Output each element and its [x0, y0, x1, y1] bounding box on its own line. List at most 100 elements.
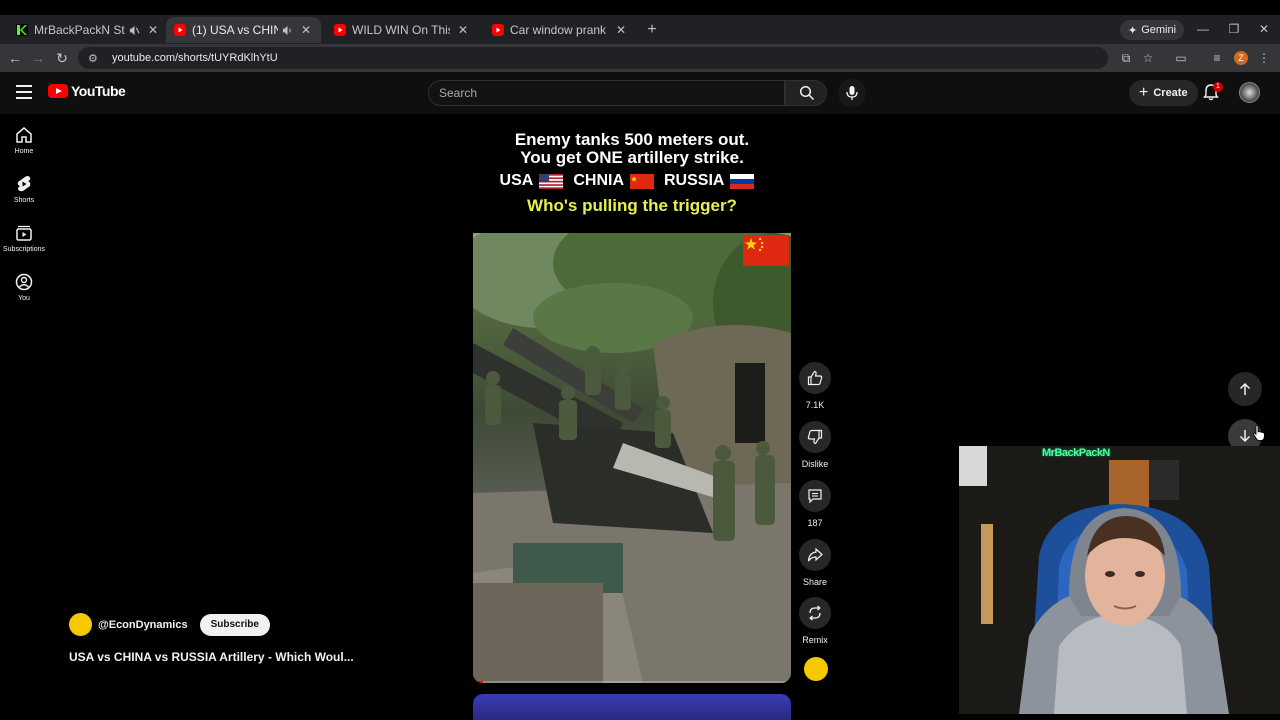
youtube-logo[interactable]: YouTube: [48, 83, 126, 99]
channel-avatar[interactable]: [69, 613, 92, 636]
youtube-favicon-icon: [334, 24, 346, 36]
close-tab-icon[interactable]: ✕: [299, 23, 313, 37]
usa-flag-icon: [539, 173, 564, 189]
back-icon[interactable]: ←: [6, 49, 24, 67]
browser-tab-youtube-3[interactable]: Car window prank #funny #fun ✕: [484, 17, 636, 43]
tab-title: MrBackPackN Stream - Wa: [34, 23, 125, 37]
country-label: RUSSIA: [664, 172, 725, 189]
install-app-icon[interactable]: ⧉: [1118, 50, 1134, 66]
dislike-button[interactable]: [799, 421, 831, 453]
minimize-icon[interactable]: —: [1193, 22, 1213, 36]
subscribe-button[interactable]: Subscribe: [199, 613, 270, 636]
restore-icon[interactable]: ❐: [1224, 22, 1244, 36]
short-video-player[interactable]: Enemy tanks 500 meters out. You get ONE …: [473, 117, 791, 683]
tab-title: Car window prank #funny #fun: [510, 23, 608, 37]
tab-title: (1) USA vs CHINA vs RUSSI: [192, 23, 278, 37]
guide-label: You: [18, 295, 30, 302]
remix-action[interactable]: Remix: [799, 597, 831, 645]
gemini-sparkle-icon: ✦: [1128, 24, 1138, 37]
browser-toolbar: ← → ↻ ⚙ youtube.com/shorts/tUYRdKlhYtU ⧉…: [0, 44, 1280, 72]
subscriptions-icon: [16, 225, 32, 241]
arrow-down-icon: [1239, 430, 1251, 443]
guide-item-shorts[interactable]: Shorts: [0, 174, 48, 204]
browser-tab-youtube-2[interactable]: WILD WIN On This New Huff N ✕: [326, 17, 478, 43]
streamer-name-overlay: MrBackPackN: [1042, 447, 1110, 459]
caption-line-2: You get ONE artillery strike.: [520, 148, 744, 167]
shorts-icon: [17, 176, 31, 192]
video-progress-bar[interactable]: [473, 681, 791, 683]
home-icon: [16, 127, 32, 143]
guide-item-you[interactable]: You: [0, 272, 48, 302]
channel-avatar-small[interactable]: [804, 657, 828, 681]
hand-cursor-icon: [1252, 425, 1266, 441]
microphone-icon: [846, 86, 858, 100]
country-flags-row: USA CHNIA RUSSIA: [473, 172, 791, 190]
comment-count: 187: [807, 518, 823, 528]
share-label: Share: [802, 577, 828, 587]
comments-button[interactable]: [799, 480, 831, 512]
kick-favicon-icon: [16, 24, 28, 36]
voice-search-button[interactable]: [838, 79, 866, 107]
gemini-button[interactable]: ✦ Gemini: [1120, 20, 1185, 40]
account-avatar[interactable]: [1239, 82, 1260, 103]
site-info-icon[interactable]: ⚙: [88, 52, 102, 65]
share-action[interactable]: Share: [799, 539, 831, 587]
like-button[interactable]: [799, 362, 831, 394]
browser-tab-strip: MrBackPackN Stream - Wa ✕ (1) USA vs CHI…: [0, 0, 1280, 44]
video-progress-fill: [473, 681, 483, 683]
muted-icon[interactable]: [129, 25, 140, 36]
guide-item-subscriptions[interactable]: Subscriptions: [0, 223, 48, 253]
china-flag-icon: [630, 173, 654, 189]
country-label: USA: [499, 172, 534, 189]
url-text: youtube.com/shorts/tUYRdKlhYtU: [112, 52, 278, 64]
guide-item-home[interactable]: Home: [0, 125, 48, 155]
share-button[interactable]: [799, 539, 831, 571]
russia-flag-icon: [730, 173, 755, 189]
guide-label: Home: [14, 148, 34, 155]
window-close-icon[interactable]: ✕: [1254, 22, 1274, 36]
channel-name[interactable]: @EconDynamics: [98, 619, 188, 631]
guide-label: Shorts: [13, 197, 35, 204]
notification-count-badge: 1: [1213, 82, 1223, 92]
caption-line-1: Enemy tanks 500 meters out.: [514, 130, 750, 149]
comments-action[interactable]: 187: [799, 480, 831, 528]
youtube-play-logo-icon: [48, 84, 68, 98]
dislike-action[interactable]: Dislike: [799, 421, 831, 469]
profile-avatar[interactable]: Z: [1234, 51, 1248, 65]
close-tab-icon[interactable]: ✕: [614, 23, 628, 37]
streamer-webcam: [959, 446, 1280, 714]
bookmark-star-icon[interactable]: ☆: [1140, 50, 1156, 66]
previous-short-button[interactable]: [1228, 372, 1262, 406]
address-bar[interactable]: ⚙ youtube.com/shorts/tUYRdKlhYtU: [78, 47, 1108, 69]
comment-icon: [808, 489, 822, 504]
audio-playing-icon[interactable]: [282, 25, 293, 36]
cast-icon[interactable]: ▭: [1173, 50, 1189, 66]
forward-icon[interactable]: →: [29, 49, 47, 67]
close-tab-icon[interactable]: ✕: [456, 23, 470, 37]
country-label: CHNIA: [573, 172, 624, 189]
search-input[interactable]: Search: [428, 80, 785, 106]
new-tab-icon[interactable]: +: [644, 21, 660, 39]
gemini-label: Gemini: [1141, 24, 1177, 36]
remix-icon: [809, 605, 821, 621]
search-icon: [799, 85, 815, 101]
you-icon: [15, 273, 33, 291]
browser-tab-youtube-active[interactable]: (1) USA vs CHINA vs RUSSI ✕: [166, 17, 321, 43]
like-action[interactable]: 7.1K: [799, 362, 831, 410]
next-short-preview[interactable]: [473, 694, 791, 720]
close-tab-icon[interactable]: ✕: [146, 23, 160, 37]
remix-button[interactable]: [799, 597, 831, 629]
browser-tab-kick[interactable]: MrBackPackN Stream - Wa ✕: [8, 17, 168, 43]
streamer-webcam-image: [959, 446, 1280, 714]
tab-title: WILD WIN On This New Huff N: [352, 23, 450, 37]
china-flag-overlay-icon: [743, 235, 789, 266]
short-title[interactable]: USA vs CHINA vs RUSSIA Artillery - Which…: [69, 650, 354, 664]
create-button[interactable]: + Create: [1129, 80, 1198, 106]
youtube-logo-text: YouTube: [71, 83, 126, 99]
media-controls-icon[interactable]: ≡: [1209, 50, 1225, 66]
reload-icon[interactable]: ↻: [53, 49, 71, 67]
menu-icon[interactable]: [16, 85, 32, 99]
chrome-menu-icon[interactable]: ⋮: [1256, 50, 1272, 66]
arrow-up-icon: [1239, 382, 1251, 395]
search-button[interactable]: [785, 80, 827, 106]
